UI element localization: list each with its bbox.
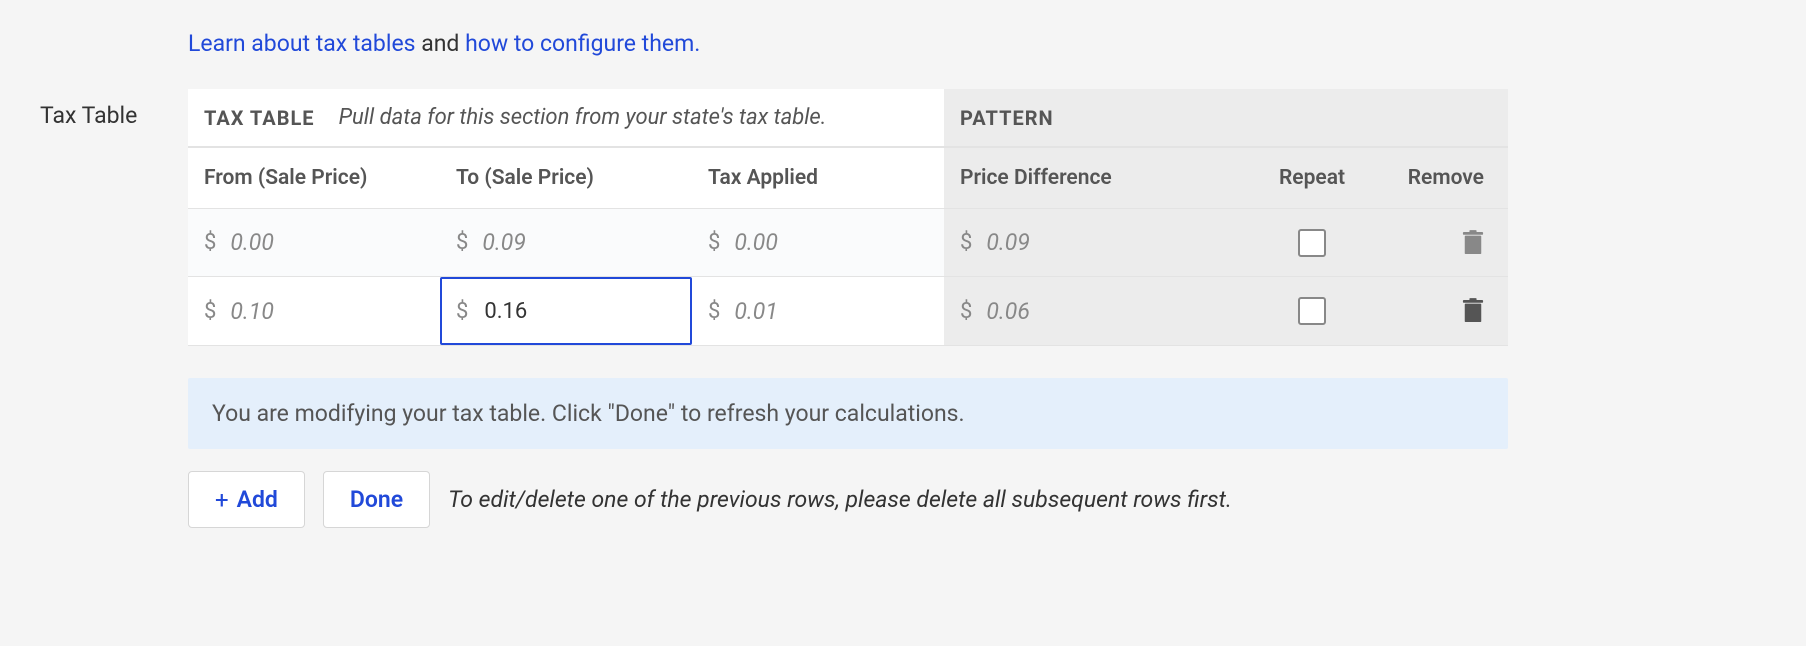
configure-link[interactable]: how to configure them.: [465, 30, 700, 57]
tax-table-hint: Pull data for this section from your sta…: [339, 105, 827, 130]
trash-icon[interactable]: [1462, 298, 1484, 324]
diff-field[interactable]: $ 0.06: [960, 298, 1228, 325]
col-header-diff: Price Difference: [944, 148, 1244, 208]
dollar-sign-icon: $: [960, 299, 972, 324]
dollar-sign-icon: $: [204, 299, 216, 324]
from-field[interactable]: $ 0.00: [204, 229, 424, 256]
trash-icon[interactable]: [1462, 230, 1484, 256]
section-label: Tax Table: [40, 30, 188, 129]
intro-text: Learn about tax tables and how to config…: [188, 30, 1508, 57]
dollar-sign-icon: $: [708, 299, 720, 324]
tax-value: 0.01: [734, 298, 777, 325]
intro-middle: and: [416, 30, 466, 57]
info-banner: You are modifying your tax table. Click …: [188, 378, 1508, 449]
tax-table-title: TAX TABLE: [204, 106, 315, 130]
col-header-remove: Remove: [1380, 148, 1508, 208]
col-header-tax: Tax Applied: [692, 148, 944, 208]
repeat-checkbox[interactable]: [1298, 229, 1326, 257]
diff-field[interactable]: $ 0.09: [960, 229, 1228, 256]
learn-link[interactable]: Learn about tax tables: [188, 30, 416, 57]
tax-value: 0.00: [734, 229, 777, 256]
dollar-sign-icon: $: [708, 230, 720, 255]
add-button[interactable]: + Add: [188, 471, 305, 528]
repeat-checkbox[interactable]: [1298, 297, 1326, 325]
from-value: 0.10: [230, 298, 273, 325]
from-value: 0.00: [230, 229, 273, 256]
actions-hint: To edit/delete one of the previous rows,…: [448, 486, 1232, 513]
tax-field[interactable]: $ 0.01: [708, 298, 928, 325]
table-row: $ 0.10 $ $ 0.01: [188, 277, 1508, 345]
table-row: $ 0.00 $ 0.09 $ 0.00: [188, 209, 1508, 277]
to-value: 0.09: [482, 229, 525, 256]
diff-value: 0.06: [986, 298, 1029, 325]
plus-icon: +: [215, 488, 229, 512]
dollar-sign-icon: $: [960, 230, 972, 255]
from-field[interactable]: $ 0.10: [204, 298, 424, 325]
to-field[interactable]: $ 0.09: [456, 229, 676, 256]
pattern-title: PATTERN: [960, 106, 1054, 130]
to-field[interactable]: $: [440, 277, 692, 345]
done-button[interactable]: Done: [323, 471, 430, 528]
add-button-label: Add: [237, 486, 278, 513]
actions-row: + Add Done To edit/delete one of the pre…: [188, 471, 1508, 528]
dollar-sign-icon: $: [204, 230, 216, 255]
tax-table: TAX TABLE Pull data for this section fro…: [188, 89, 1508, 346]
col-header-to: To (Sale Price): [440, 148, 692, 208]
table-section-header: TAX TABLE Pull data for this section fro…: [188, 89, 1508, 148]
dollar-sign-icon: $: [456, 230, 468, 255]
dollar-sign-icon: $: [456, 299, 468, 324]
diff-value: 0.09: [986, 229, 1029, 256]
to-input[interactable]: [482, 298, 572, 325]
done-button-label: Done: [350, 486, 403, 513]
col-header-repeat: Repeat: [1244, 148, 1380, 208]
col-header-from: From (Sale Price): [188, 148, 440, 208]
column-headers: From (Sale Price) To (Sale Price) Tax Ap…: [188, 148, 1508, 209]
tax-field[interactable]: $ 0.00: [708, 229, 928, 256]
